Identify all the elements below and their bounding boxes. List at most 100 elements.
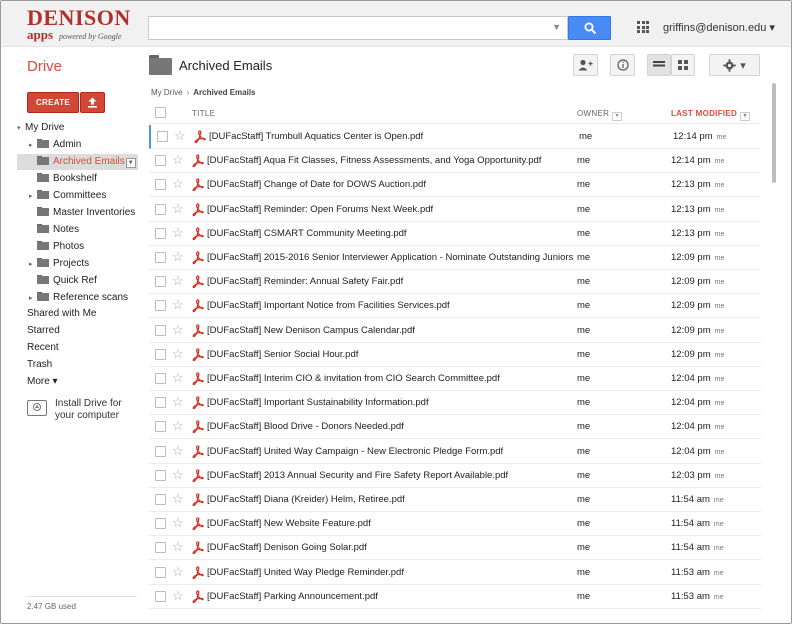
file-title[interactable]: [DUFacStaff] Aqua Fit Classes, Fitness A… bbox=[207, 155, 573, 166]
row-checkbox[interactable] bbox=[155, 155, 166, 167]
create-button[interactable]: CREATE bbox=[27, 92, 79, 113]
star-icon[interactable]: ☆ bbox=[172, 467, 184, 482]
row-checkbox[interactable] bbox=[155, 494, 166, 505]
star-icon[interactable]: ☆ bbox=[172, 564, 184, 579]
row-checkbox[interactable] bbox=[155, 348, 166, 360]
row-checkbox[interactable] bbox=[155, 469, 166, 481]
app-title[interactable]: Drive bbox=[27, 58, 62, 75]
expand-caret-icon[interactable]: ▸ bbox=[29, 291, 37, 307]
star-icon[interactable]: ☆ bbox=[172, 250, 184, 264]
breadcrumb-my-drive[interactable]: My Drive bbox=[151, 88, 183, 97]
share-button[interactable] bbox=[573, 54, 598, 76]
star-icon[interactable]: ☆ bbox=[172, 443, 184, 458]
file-title[interactable]: [DUFacStaff] United Way Campaign - New E… bbox=[207, 446, 573, 457]
file-row[interactable]: ☆ [DUFacStaff] Important Sustainability I… bbox=[149, 391, 761, 416]
expand-caret-icon[interactable]: ▸ bbox=[29, 138, 37, 154]
sidebar-item-archived-emails[interactable]: Archived Emails ▼ bbox=[17, 154, 138, 170]
file-title[interactable]: [DUFacStaff] Parking Announcement.pdf bbox=[207, 591, 573, 602]
star-icon[interactable]: ☆ bbox=[172, 395, 184, 409]
select-all-checkbox[interactable] bbox=[155, 107, 166, 118]
details-button[interactable] bbox=[610, 54, 635, 76]
file-row[interactable]: ☆ [DUFacStaff] Aqua Fit Classes, Fitness … bbox=[149, 149, 761, 174]
star-icon[interactable]: ☆ bbox=[172, 516, 184, 530]
breadcrumb-archived-emails[interactable]: Archived Emails bbox=[193, 88, 255, 97]
row-checkbox[interactable] bbox=[155, 179, 166, 191]
star-icon[interactable]: ☆ bbox=[172, 419, 184, 433]
expand-caret-icon[interactable]: ▸ bbox=[29, 257, 37, 273]
row-checkbox[interactable] bbox=[155, 227, 166, 239]
sidebar-item-admin[interactable]: ▸ Admin bbox=[29, 137, 81, 153]
file-row[interactable]: ☆ [DUFacStaff] CSMART Community Meeting.p… bbox=[149, 222, 761, 246]
file-title[interactable]: [DUFacStaff] 2013 Annual Security and Fi… bbox=[207, 470, 573, 481]
row-checkbox[interactable] bbox=[155, 324, 166, 336]
upload-button[interactable] bbox=[80, 92, 105, 113]
star-icon[interactable]: ☆ bbox=[172, 298, 184, 312]
sidebar-item-starred[interactable]: Starred bbox=[27, 323, 60, 339]
file-row[interactable]: ☆ [DUFacStaff] Blood Drive - Donors Neede… bbox=[149, 415, 761, 440]
file-title[interactable]: [DUFacStaff] New Denison Campus Calendar… bbox=[207, 325, 573, 336]
star-icon[interactable]: ☆ bbox=[172, 153, 184, 167]
row-checkbox[interactable] bbox=[155, 252, 166, 263]
file-title[interactable]: [DUFacStaff] Important Sustainability In… bbox=[207, 397, 573, 408]
expand-caret-icon[interactable]: ▾ bbox=[17, 121, 25, 137]
row-checkbox[interactable] bbox=[155, 421, 166, 433]
account-menu[interactable]: griffins@denison.edu ▾ bbox=[663, 21, 775, 34]
sidebar-item-my-drive[interactable]: ▾ My Drive bbox=[17, 120, 64, 136]
row-checkbox[interactable] bbox=[157, 131, 168, 142]
file-row[interactable]: ☆ [DUFacStaff] Important Notice from Faci… bbox=[149, 294, 761, 319]
row-checkbox[interactable] bbox=[155, 397, 166, 409]
star-icon[interactable]: ☆ bbox=[174, 129, 186, 143]
row-checkbox[interactable] bbox=[155, 566, 166, 578]
sidebar-item-recent[interactable]: Recent bbox=[27, 340, 59, 356]
file-row[interactable]: ☆ [DUFacStaff] United Way Pledge Reminder… bbox=[149, 561, 761, 585]
file-row[interactable]: ☆ [DUFacStaff] New Denison Campus Calenda… bbox=[149, 319, 761, 343]
denison-apps-logo[interactable]: DENISON apps powered by Google bbox=[27, 7, 137, 44]
file-row[interactable]: ☆ [DUFacStaff] Trumbull Aquatics Center i… bbox=[149, 125, 761, 149]
column-header-title[interactable]: TITLE bbox=[192, 109, 215, 118]
file-title[interactable]: [DUFacStaff] 2015-2016 Senior Interviewe… bbox=[207, 252, 573, 263]
sort-menu-icon[interactable]: ▾ bbox=[740, 112, 751, 121]
file-title[interactable]: [DUFacStaff] Trumbull Aquatics Center is… bbox=[209, 131, 575, 142]
file-title[interactable]: [DUFacStaff] Senior Social Hour.pdf bbox=[207, 349, 573, 360]
file-row[interactable]: ☆ [DUFacStaff] 2013 Annual Security and F… bbox=[149, 464, 761, 488]
file-title[interactable]: [DUFacStaff] Change of Date for DOWS Auc… bbox=[207, 179, 573, 190]
file-row[interactable]: ☆ [DUFacStaff] Change of Date for DOWS Au… bbox=[149, 173, 761, 198]
file-title[interactable]: [DUFacStaff] Interim CIO & invitation fr… bbox=[207, 373, 573, 384]
sidebar-item-reference-scans[interactable]: ▸ Reference scans bbox=[29, 290, 128, 306]
row-checkbox[interactable] bbox=[155, 542, 166, 554]
sidebar-item-master-inventories[interactable]: Master Inventories bbox=[29, 205, 135, 221]
column-header-owner[interactable]: OWNER ▾ bbox=[577, 109, 623, 121]
file-title[interactable]: [DUFacStaff] Important Notice from Facil… bbox=[207, 300, 573, 311]
list-view-button[interactable] bbox=[647, 54, 671, 76]
row-checkbox[interactable] bbox=[155, 518, 166, 530]
file-title[interactable]: [DUFacStaff] Diana (Kreider) Helm, Retir… bbox=[207, 494, 573, 505]
file-row[interactable]: ☆ [DUFacStaff] Senior Social Hour.pdf me 12… bbox=[149, 343, 761, 367]
sort-menu-icon[interactable]: ▾ bbox=[612, 112, 623, 121]
file-row[interactable]: ☆ [DUFacStaff] 2015-2016 Senior Interview… bbox=[149, 246, 761, 270]
row-checkbox[interactable] bbox=[155, 373, 166, 384]
row-checkbox[interactable] bbox=[155, 590, 166, 602]
file-row[interactable]: ☆ [DUFacStaff] Reminder: Open Forums Next… bbox=[149, 198, 761, 222]
file-row[interactable]: ☆ [DUFacStaff] Reminder: Annual Safety Fa… bbox=[149, 270, 761, 295]
file-title[interactable]: [DUFacStaff] Blood Drive - Donors Needed… bbox=[207, 421, 573, 432]
row-checkbox[interactable] bbox=[155, 203, 166, 215]
file-row[interactable]: ☆ [DUFacStaff] Parking Announcement.pdf me… bbox=[149, 585, 761, 609]
sidebar-item-committees[interactable]: ▸ Committees bbox=[29, 188, 106, 204]
search-button[interactable] bbox=[568, 16, 611, 40]
file-row[interactable]: ☆ [DUFacStaff] Denison Going Solar.pdf me 1… bbox=[149, 536, 761, 561]
star-icon[interactable]: ☆ bbox=[172, 201, 184, 216]
file-row[interactable]: ☆ [DUFacStaff] Diana (Kreider) Helm, Reti… bbox=[149, 488, 761, 512]
file-title[interactable]: [DUFacStaff] Reminder: Annual Safety Fai… bbox=[207, 276, 573, 287]
file-row[interactable]: ☆ [DUFacStaff] Interim CIO & invitation f… bbox=[149, 367, 761, 391]
star-icon[interactable]: ☆ bbox=[172, 322, 184, 337]
file-title[interactable]: [DUFacStaff] Denison Going Solar.pdf bbox=[207, 542, 573, 553]
search-options-icon[interactable]: ▼ bbox=[552, 22, 561, 32]
settings-button[interactable]: ▾ bbox=[709, 54, 760, 76]
column-header-last-modified[interactable]: LAST MODIFIED ▾ bbox=[671, 109, 751, 121]
expand-caret-icon[interactable]: ▸ bbox=[29, 189, 37, 205]
sidebar-item-shared-with-me[interactable]: Shared with Me bbox=[27, 306, 96, 322]
file-title[interactable]: [DUFacStaff] United Way Pledge Reminder.… bbox=[207, 567, 573, 578]
file-title[interactable]: [DUFacStaff] CSMART Community Meeting.pd… bbox=[207, 228, 573, 239]
sidebar-item-photos[interactable]: Photos bbox=[29, 239, 84, 255]
sidebar-item-bookshelf[interactable]: Bookshelf bbox=[29, 171, 97, 187]
